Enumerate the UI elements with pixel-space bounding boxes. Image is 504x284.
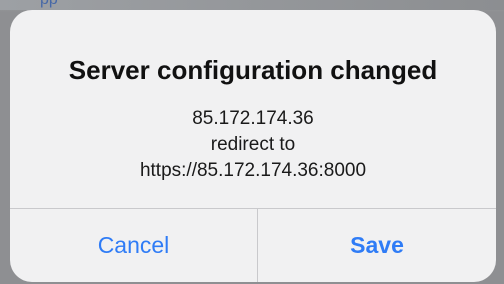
alert-content: Server configuration changed 85.172.174.… <box>10 10 496 208</box>
alert-dialog: Server configuration changed 85.172.174.… <box>10 10 496 282</box>
background-partial-text: pp <box>40 0 58 9</box>
alert-message-redirect-text: redirect to <box>210 134 296 155</box>
save-button[interactable]: Save <box>258 209 496 282</box>
alert-message: 85.172.174.36 redirect to https://85.172… <box>10 106 496 184</box>
alert-message-url: https://85.172.174.36:8000 <box>139 160 367 181</box>
alert-message-ip: 85.172.174.36 <box>192 108 314 129</box>
alert-title: Server configuration changed <box>68 55 438 85</box>
cancel-button[interactable]: Cancel <box>10 209 257 282</box>
background-header-strip: pp <box>0 0 504 10</box>
